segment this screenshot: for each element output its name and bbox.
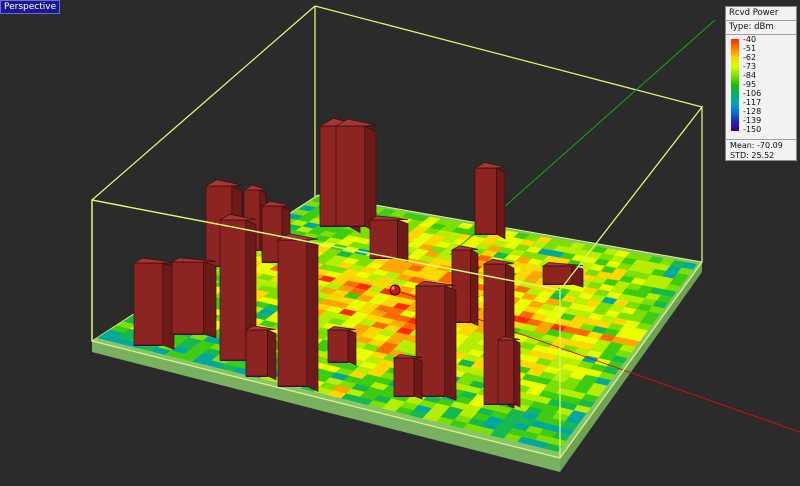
legend-tick: -84 <box>743 71 757 80</box>
building <box>473 162 506 240</box>
building <box>392 354 423 400</box>
legend-scale: -40 -51 -62 -73 -84 -95 -106 -117 -128 -… <box>729 35 793 139</box>
building <box>496 336 521 408</box>
legend-tick: -95 <box>743 80 757 89</box>
legend-tick: -73 <box>743 62 757 71</box>
building <box>170 257 217 339</box>
legend-tick: -106 <box>743 89 762 98</box>
legend-type: Type: dBm <box>726 21 796 35</box>
legend-color-bar <box>731 39 739 131</box>
view-label[interactable]: Perspective <box>0 0 61 14</box>
building <box>276 233 319 392</box>
building <box>244 325 277 381</box>
transmitter-marker[interactable] <box>389 284 401 296</box>
coverage-scene[interactable] <box>0 0 800 486</box>
building <box>334 118 377 233</box>
legend-std: STD: 25.52 <box>730 151 775 160</box>
building <box>326 326 357 366</box>
perspective-viewport[interactable]: Perspective Rcvd Power Type: dBm -40 -51… <box>0 0 800 486</box>
legend-tick: -62 <box>743 53 757 62</box>
legend-mean: Mean: -70.09 <box>730 141 783 150</box>
building <box>132 257 175 350</box>
legend-title: Rcvd Power <box>726 7 796 21</box>
legend-tick: -117 <box>743 98 762 107</box>
legend-tick: -40 <box>743 35 757 44</box>
legend-tick: -139 <box>743 116 762 125</box>
legend-tick: -150 <box>743 125 762 134</box>
legend-tick: -51 <box>743 44 757 53</box>
bounding-box-back <box>91 5 703 201</box>
legend-panel: Rcvd Power Type: dBm -40 -51 -62 -73 -84… <box>725 6 797 161</box>
legend-tick: -128 <box>743 107 762 116</box>
legend-stats: Mean: -70.09 STD: 25.52 <box>726 139 796 162</box>
